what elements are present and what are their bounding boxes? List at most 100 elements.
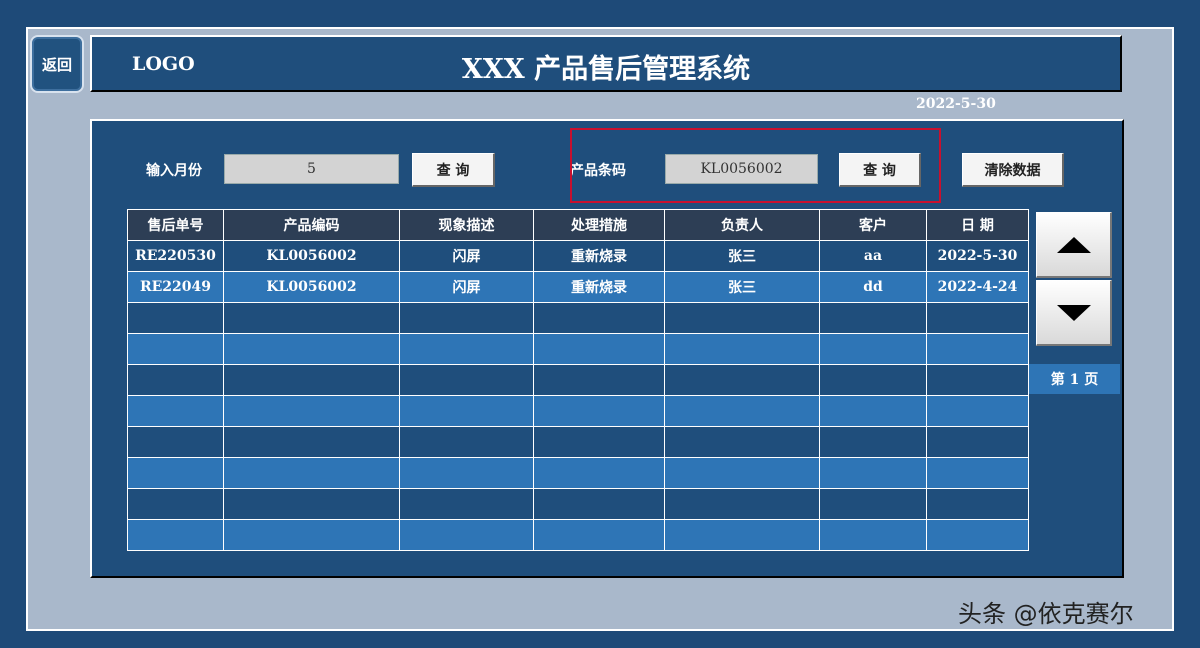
col-header: 售后单号 [127,209,224,241]
table-header-row: 售后单号 产品编码 现象描述 处理措施 负责人 客户 日 期 [127,209,1029,241]
table-cell: 张三 [664,271,820,303]
table-cell [926,364,1029,396]
table-row[interactable]: RE22049 KL0056002 闪屏 重新烧录 张三 dd 2022-4-24 [127,271,1029,303]
col-header: 负责人 [664,209,820,241]
page-up-button[interactable] [1036,212,1112,278]
month-label: 输入月份 [146,163,202,179]
table-cell: 2022-4-24 [926,271,1029,303]
table-cell: 张三 [664,240,820,272]
table-cell [926,519,1029,551]
page-indicator: 第 1 页 [1029,364,1120,394]
table-cell: RE22049 [127,271,224,303]
table-cell [533,333,665,365]
table-cell [127,457,224,489]
table-cell [664,457,820,489]
table-cell [664,519,820,551]
table-cell [223,364,400,396]
clear-data-button[interactable]: 清除数据 [962,153,1064,187]
table-cell [664,302,820,334]
table-cell [127,302,224,334]
watermark: 头条 @依克赛尔 [958,600,1134,628]
table-cell [926,426,1029,458]
table-cell [399,488,534,520]
table-cell [127,519,224,551]
table-cell: 闪屏 [399,271,534,303]
table-cell [127,426,224,458]
table-cell [399,457,534,489]
table-cell [127,364,224,396]
table-cell [819,302,927,334]
table-cell [533,519,665,551]
page-down-button[interactable] [1036,280,1112,346]
table-cell [399,395,534,427]
table-cell: 2022-5-30 [926,240,1029,272]
table-row[interactable] [127,488,1029,520]
table-row[interactable] [127,364,1029,396]
table-cell [127,333,224,365]
col-header: 日 期 [926,209,1029,241]
table-row[interactable] [127,426,1029,458]
table-cell [223,519,400,551]
table-cell [223,457,400,489]
table-cell: 闪屏 [399,240,534,272]
table-row[interactable] [127,395,1029,427]
table-cell [664,426,820,458]
table-cell: dd [819,271,927,303]
table-cell [399,426,534,458]
triangle-down-icon [1056,304,1091,321]
highlight-box [570,128,941,203]
table-cell [127,395,224,427]
table-cell [664,395,820,427]
back-button[interactable]: 返回 [30,35,84,93]
table-cell [819,333,927,365]
app-header: LOGO XXX 产品售后管理系统 [90,35,1122,92]
page-title: XXX 产品售后管理系统 [461,54,751,85]
table-row[interactable]: RE220530 KL0056002 闪屏 重新烧录 张三 aa 2022-5-30 [127,240,1029,272]
table-cell [399,333,534,365]
table-cell [399,519,534,551]
table-cell [127,488,224,520]
table-cell [926,302,1029,334]
table-cell [223,426,400,458]
table-row[interactable] [127,519,1029,551]
table-cell [819,488,927,520]
table-cell [223,302,400,334]
records-table: 售后单号 产品编码 现象描述 处理措施 负责人 客户 日 期 RE220530 K… [127,209,1029,551]
table-cell [399,302,534,334]
table-cell [819,395,927,427]
table-cell [223,395,400,427]
table-cell: 重新烧录 [533,240,665,272]
table-cell [533,488,665,520]
table-cell [533,302,665,334]
table-cell: KL0056002 [223,271,400,303]
table-cell [819,426,927,458]
current-date: 2022-5-30 [916,96,996,112]
table-row[interactable] [127,333,1029,365]
table-row[interactable] [127,457,1029,489]
col-header: 产品编码 [223,209,400,241]
table-cell: aa [819,240,927,272]
table-cell: RE220530 [127,240,224,272]
table-cell [223,333,400,365]
col-header: 处理措施 [533,209,665,241]
table-cell [533,426,665,458]
table-cell: KL0056002 [223,240,400,272]
table-row[interactable] [127,302,1029,334]
col-header: 客户 [819,209,927,241]
table-cell [664,364,820,396]
table-cell [926,457,1029,489]
table-cell [533,364,665,396]
table-cell: 重新烧录 [533,271,665,303]
table-cell [664,333,820,365]
month-input[interactable]: 5 [224,154,399,184]
table-cell [399,364,534,396]
table-cell [926,488,1029,520]
month-query-button[interactable]: 查 询 [412,153,495,187]
triangle-up-icon [1056,236,1091,253]
table-cell [819,364,927,396]
table-cell [533,457,665,489]
table-cell [819,457,927,489]
table-cell [926,333,1029,365]
table-cell [926,395,1029,427]
col-header: 现象描述 [399,209,534,241]
